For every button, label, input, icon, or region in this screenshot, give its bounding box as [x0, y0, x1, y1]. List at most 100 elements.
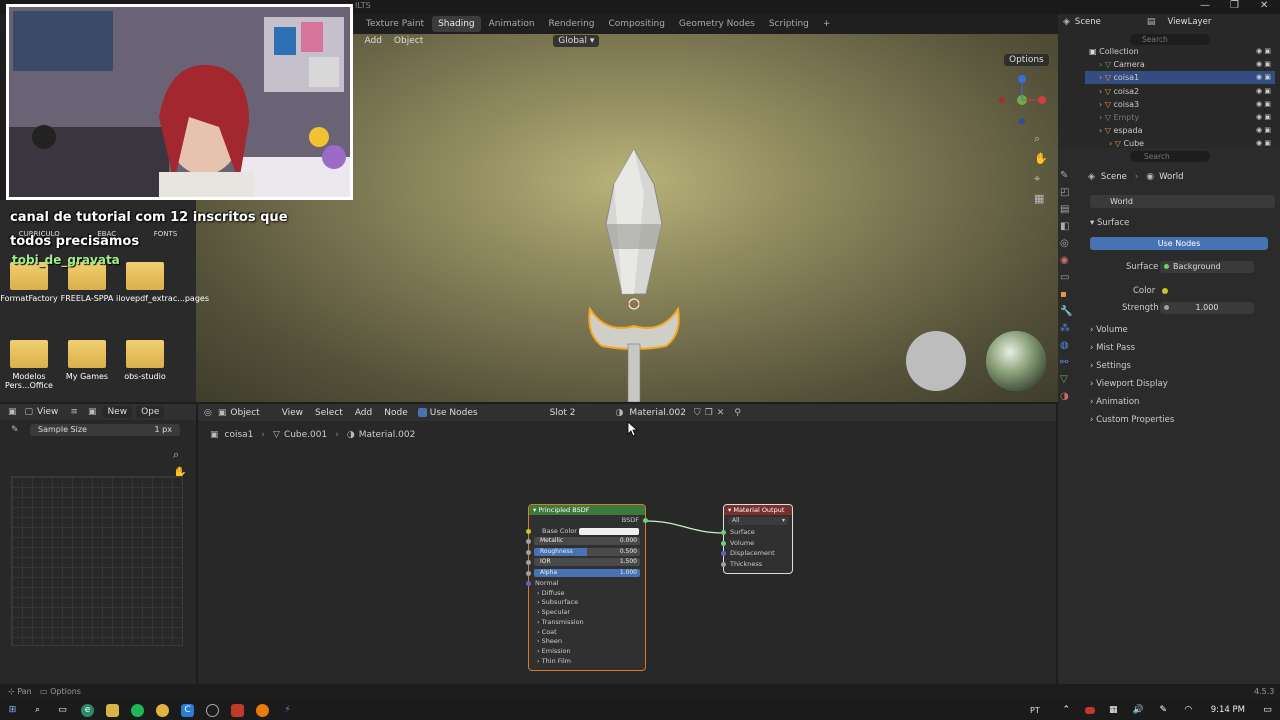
visibility-icon[interactable]: ◉ ▣	[1256, 85, 1271, 98]
input-socket[interactable]	[526, 560, 531, 565]
new-image-button[interactable]: New	[102, 406, 133, 418]
options-button[interactable]: Options	[1004, 52, 1049, 66]
tab-rendering[interactable]: Rendering	[543, 16, 601, 32]
use-nodes-checkbox[interactable]	[417, 408, 427, 417]
view-layer-name[interactable]: ViewLayer	[1167, 17, 1211, 27]
tab-compositing[interactable]: Compositing	[603, 16, 671, 32]
object-tab-icon[interactable]: ▪	[1060, 289, 1078, 300]
principled-bsdf-node[interactable]: ▾ Principled BSDF BSDF Base Color Metall…	[526, 504, 648, 671]
output-input-surface[interactable]: Surface	[721, 527, 792, 538]
object-type-icon[interactable]: ▣	[218, 408, 227, 418]
object-mode-dropdown[interactable]: Object	[230, 408, 259, 418]
input-ior[interactable]: IOR 1.500	[526, 557, 645, 568]
windows-start-icon[interactable]: ⊞	[6, 704, 19, 717]
edge-icon[interactable]: e	[81, 703, 94, 717]
breadcrumb-mesh[interactable]: Cube.001	[284, 430, 327, 440]
outliner-item-espada[interactable]: › ▽ espada ◉ ▣	[1085, 124, 1275, 137]
scene-tab-icon[interactable]: ◎	[1060, 238, 1078, 249]
visibility-icon[interactable]: ◉ ▣	[1256, 124, 1271, 137]
image-mode-icon[interactable]: ▢	[25, 407, 34, 417]
capcut-icon[interactable]: C	[181, 703, 194, 717]
panel-volume[interactable]: › Volume	[1090, 325, 1128, 335]
pen-icon[interactable]: ✎	[1157, 704, 1170, 717]
bsdf-section-specular[interactable]: › Specular	[529, 608, 645, 618]
fake-user-icon[interactable]: ⛉	[694, 408, 701, 418]
close-button[interactable]: ✕	[1260, 0, 1268, 11]
menu-icon[interactable]: ≡	[70, 407, 78, 417]
slot-dropdown[interactable]: Slot 2	[550, 408, 576, 418]
spotify-icon[interactable]	[131, 703, 144, 717]
media-app-icon[interactable]	[231, 703, 244, 717]
task-view-icon[interactable]: ▭	[56, 704, 69, 717]
menu-view[interactable]: View	[282, 408, 303, 418]
input-socket[interactable]	[526, 528, 531, 534]
menu-select[interactable]: Select	[315, 408, 343, 418]
menu-node[interactable]: Node	[384, 408, 408, 418]
panel-animation[interactable]: › Animation	[1090, 397, 1139, 407]
camera-view-icon[interactable]: ⌖	[1034, 172, 1040, 186]
outliner-item-coisa1[interactable]: › ▽ coisa1 ◉ ▣	[1085, 71, 1275, 85]
folder-my-games[interactable]: My Games	[58, 340, 116, 390]
tab-shading[interactable]: Shading	[432, 16, 481, 32]
bsdf-section-subsurface[interactable]: › Subsurface	[529, 598, 645, 608]
outliner-item-coisa2[interactable]: › ▽ coisa2 ◉ ▣	[1085, 85, 1275, 98]
tool-tab-icon[interactable]: ✎	[1060, 170, 1078, 181]
view-layer-tab-icon[interactable]: ◧	[1060, 221, 1078, 232]
properties-search[interactable]: Search	[1130, 151, 1210, 162]
constraints-tab-icon[interactable]: ⚯	[1060, 357, 1078, 368]
folder-freela-sppa[interactable]: FREELA-SPPA	[58, 262, 116, 303]
folder-obs-studio[interactable]: obs-studio	[116, 340, 174, 390]
file-explorer-icon[interactable]	[106, 703, 119, 717]
input-socket[interactable]	[721, 540, 726, 546]
outliner-item-coisa3[interactable]: › ▽ coisa3 ◉ ▣	[1085, 98, 1275, 111]
material-tab-icon[interactable]: ◑	[1060, 391, 1078, 402]
folder-formatfactory[interactable]: FormatFactory	[0, 262, 58, 303]
tab-texture-paint[interactable]: Texture Paint	[360, 16, 430, 32]
bsdf-section-sheen[interactable]: › Sheen	[529, 637, 645, 647]
input-metallic[interactable]: Metallic 0.000	[526, 536, 645, 547]
visibility-icon[interactable]: ◉ ▣	[1256, 98, 1271, 111]
menu-object[interactable]: Object	[394, 36, 423, 46]
hand-pan-icon[interactable]: ✋	[1034, 152, 1048, 165]
tab-scripting[interactable]: Scripting	[763, 16, 815, 32]
surface-panel-header[interactable]: ▾ Surface	[1090, 218, 1129, 228]
render-tab-icon[interactable]: ◰	[1060, 187, 1078, 198]
surface-shader-field[interactable]: Background	[1160, 261, 1254, 273]
input-socket[interactable]	[721, 530, 726, 535]
pin-icon[interactable]: ⚲	[734, 408, 741, 418]
input-socket[interactable]	[721, 561, 726, 567]
chrome-icon[interactable]	[156, 703, 169, 717]
visibility-icon[interactable]: ◉ ▣	[1256, 58, 1271, 71]
zoom-icon[interactable]: ⌕	[173, 448, 179, 462]
eyedropper-icon[interactable]: ✎	[11, 425, 19, 435]
material-sphere-icon[interactable]: ◑	[615, 408, 623, 418]
orientation-dropdown[interactable]: Global ▾	[553, 35, 600, 47]
outliner-item-empty[interactable]: › ▽ Empty ◉ ▣	[1085, 111, 1275, 124]
tab-animation[interactable]: Animation	[483, 16, 541, 32]
notifications-icon[interactable]: ▭	[1261, 704, 1274, 717]
data-tab-icon[interactable]: ▽	[1060, 374, 1078, 385]
world-tab-icon[interactable]: ◉	[1060, 255, 1078, 266]
base-color-swatch[interactable]	[579, 527, 639, 535]
input-socket[interactable]	[526, 539, 531, 544]
physics-tab-icon[interactable]: ◍	[1060, 340, 1078, 351]
input-socket[interactable]	[721, 551, 726, 556]
add-workspace-button[interactable]: +	[817, 16, 837, 32]
particles-tab-icon[interactable]: ⁂	[1060, 323, 1078, 334]
panel-settings[interactable]: › Settings	[1090, 361, 1131, 371]
bsdf-section-emission[interactable]: › Emission	[529, 647, 645, 657]
bsdf-section-diffuse[interactable]: › Diffuse	[529, 589, 645, 599]
collection-tab-icon[interactable]: ▭	[1060, 272, 1078, 283]
wifi-icon[interactable]: ◠	[1182, 704, 1195, 717]
input-socket[interactable]	[526, 549, 531, 555]
restore-button[interactable]: ❐	[1230, 0, 1239, 11]
image-canvas[interactable]	[11, 476, 183, 646]
modifier-tab-icon[interactable]: 🔧	[1060, 306, 1078, 317]
output-input-volume[interactable]: Volume	[721, 538, 792, 549]
panel-custom-properties[interactable]: › Custom Properties	[1090, 415, 1174, 425]
output-tab-icon[interactable]: ▤	[1060, 204, 1078, 215]
panel-mist-pass[interactable]: › Mist Pass	[1090, 343, 1135, 353]
outliner-search[interactable]: Search	[1130, 34, 1210, 45]
input-normal[interactable]: Normal	[526, 578, 645, 589]
pdf-app-icon[interactable]: ⚡	[281, 704, 294, 717]
